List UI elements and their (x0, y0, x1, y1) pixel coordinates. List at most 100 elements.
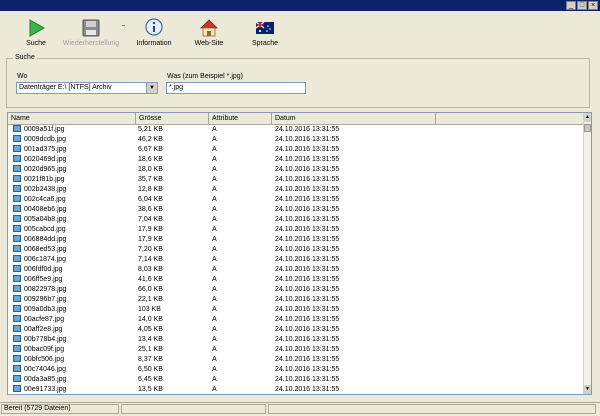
image-file-icon (13, 205, 21, 212)
table-row[interactable]: 00da3a85.jpg 6,45 KB A 24.10.2016 13:31:55 (8, 375, 585, 385)
image-file-icon (13, 165, 21, 172)
column-header-date[interactable]: Datum (272, 113, 436, 124)
cell-size: 6,04 KB (138, 196, 163, 203)
language-button[interactable]: Sprache (235, 18, 295, 47)
table-row[interactable]: 00bfc506.jpg 8,37 KB A 24.10.2016 13:31:55 (8, 355, 585, 365)
table-row[interactable]: 009296b7.jpg 22,1 KB A 24.10.2016 13:31:55 (8, 295, 585, 305)
cell-name: 0009dcdb.jpg (24, 136, 67, 143)
file-rows: 0009a51f.jpg 5,21 KB A 24.10.2016 13:31:55 0… (8, 125, 585, 394)
cell-date: 24.10.2016 13:31:55 (275, 216, 340, 223)
cell-name: 00bfc506.jpg (24, 356, 65, 363)
image-file-icon (13, 325, 21, 332)
cell-size: 35,7 KB (138, 176, 163, 183)
table-row[interactable]: 00aff2e8.jpg 4,05 KB A 24.10.2016 13:31:55 (8, 325, 585, 335)
cell-attributes: A (212, 196, 217, 203)
table-row[interactable]: 005a04b8.jpg 7,04 KB A 24.10.2016 13:31:55 (8, 215, 585, 225)
cell-size: 18,6 KB (138, 156, 163, 163)
table-row[interactable]: 006ff5e9.jpg 41,6 KB A 24.10.2016 13:31:55 (8, 275, 585, 285)
cell-size: 8,37 KB (138, 356, 163, 363)
cell-attributes: A (212, 386, 217, 393)
cell-name: 00aff2e8.jpg (24, 326, 63, 333)
table-row[interactable]: 006884dd.jpg 17,9 KB A 24.10.2016 13:31:55 (8, 235, 585, 245)
table-row[interactable]: 0009dcdb.jpg 46,2 KB A 24.10.2016 13:31:55 (8, 135, 585, 145)
cell-date: 24.10.2016 13:31:55 (275, 136, 340, 143)
table-row[interactable]: 00b778b4.jpg 13,4 KB A 24.10.2016 13:31:55 (8, 335, 585, 345)
pattern-input-value: *.jpg (169, 84, 184, 91)
scroll-up-button[interactable]: ▲ (584, 113, 591, 122)
cell-attributes: A (212, 306, 217, 313)
cell-date: 24.10.2016 13:31:55 (275, 176, 340, 183)
image-file-icon (13, 265, 21, 272)
pattern-input[interactable]: *.jpg (166, 82, 306, 94)
column-header-name[interactable]: Name (8, 113, 136, 124)
cell-attributes: A (212, 266, 217, 273)
vertical-scrollbar[interactable]: ▲ ▼ (583, 113, 591, 394)
column-header-attributes[interactable]: Attribute (209, 113, 272, 124)
image-file-icon (13, 175, 21, 182)
restore-button[interactable]: Wiederherstellung (61, 18, 121, 47)
toolbar: Suche Wiederherstellung Information Web-… (0, 11, 600, 55)
table-row[interactable]: 002b2438.jpg 12,8 KB A 24.10.2016 13:31:55 (8, 185, 585, 195)
table-row[interactable]: 00bac09f.jpg 25,1 KB A 24.10.2016 13:31:55 (8, 345, 585, 355)
cell-size: 17,9 KB (138, 236, 163, 243)
cell-name: 002b2438.jpg (24, 186, 67, 193)
table-row[interactable]: 006fdf0d.jpg 8,03 KB A 24.10.2016 13:31:55 (8, 265, 585, 275)
table-row[interactable]: 009a0db3.jpg 103 KB A 24.10.2016 13:31:55 (8, 305, 585, 315)
info-button[interactable]: Information (124, 18, 184, 47)
cell-size: 6,67 KB (138, 146, 163, 153)
cell-name: 0021f81b.jpg (24, 176, 65, 183)
website-button[interactable]: Web-Site (179, 18, 239, 47)
table-row[interactable]: 005cabcd.jpg 17,9 KB A 24.10.2016 13:31:55 (8, 225, 585, 235)
table-row[interactable]: 00e91733.jpg 13,5 KB A 24.10.2016 13:31:55 (8, 385, 585, 394)
cell-name: 006fdf0d.jpg (24, 266, 63, 273)
cell-attributes: A (212, 126, 217, 133)
cell-date: 24.10.2016 13:31:55 (275, 366, 340, 373)
scroll-thumb[interactable] (584, 124, 591, 132)
cell-attributes: A (212, 256, 217, 263)
cell-attributes: A (212, 346, 217, 353)
table-row[interactable]: 0009a51f.jpg 5,21 KB A 24.10.2016 13:31:55 (8, 125, 585, 135)
cell-attributes: A (212, 176, 217, 183)
cell-attributes: A (212, 366, 217, 373)
scroll-down-button[interactable]: ▼ (584, 385, 591, 394)
table-row[interactable]: 002c4ca6.jpg 6,04 KB A 24.10.2016 13:31:55 (8, 195, 585, 205)
image-file-icon (13, 385, 21, 392)
table-row[interactable]: 00c74046.jpg 6,50 KB A 24.10.2016 13:31:55 (8, 365, 585, 375)
cell-size: 38,6 KB (138, 206, 163, 213)
image-file-icon (13, 215, 21, 222)
cell-attributes: A (212, 166, 217, 173)
cell-name: 009a0db3.jpg (24, 306, 67, 313)
table-row[interactable]: 0020469d.jpg 18,6 KB A 24.10.2016 13:31:55 (8, 155, 585, 165)
play-icon (29, 19, 46, 37)
restore-button-label: Wiederherstellung (62, 40, 120, 47)
cell-date: 24.10.2016 13:31:55 (275, 246, 340, 253)
table-row[interactable]: 00acfe87.jpg 14,0 KB A 24.10.2016 13:31:55 (8, 315, 585, 325)
drive-select[interactable]: Datenträger E:\ [NTFS] Archiv ▼ (16, 82, 158, 94)
cell-date: 24.10.2016 13:31:55 (275, 356, 340, 363)
table-row[interactable]: 0021f81b.jpg 35,7 KB A 24.10.2016 13:31:55 (8, 175, 585, 185)
table-row[interactable]: 006c1874.jpg 7,14 KB A 24.10.2016 13:31:55 (8, 255, 585, 265)
search-button[interactable]: Suche (6, 18, 66, 47)
column-header-size[interactable]: Grösse (136, 113, 209, 124)
window-controls: _ □ × (566, 1, 598, 10)
cell-size: 103 KB (138, 306, 161, 313)
maximize-button[interactable]: □ (577, 1, 587, 10)
cell-date: 24.10.2016 13:31:55 (275, 336, 340, 343)
cell-name: 00bac09f.jpg (24, 346, 65, 353)
image-file-icon (13, 305, 21, 312)
close-button[interactable]: × (588, 1, 598, 10)
table-row[interactable]: 00822978.jpg 66,0 KB A 24.10.2016 13:31:55 (8, 285, 585, 295)
table-row[interactable]: 0020d965.jpg 18,0 KB A 24.10.2016 13:31:55 (8, 165, 585, 175)
table-row[interactable]: 00408eb6.jpg 38,6 KB A 24.10.2016 13:31:55 (8, 205, 585, 215)
cell-size: 13,5 KB (138, 386, 163, 393)
minimize-button[interactable]: _ (566, 1, 576, 10)
image-file-icon (13, 285, 21, 292)
chevron-down-icon[interactable]: ▼ (146, 83, 157, 93)
cell-size: 4,05 KB (138, 326, 163, 333)
cell-size: 8,03 KB (138, 266, 163, 273)
australia-flag-icon (255, 21, 274, 34)
search-button-label: Suche (26, 40, 46, 47)
cell-date: 24.10.2016 13:31:55 (275, 146, 340, 153)
table-row[interactable]: 001ad375.jpg 6,67 KB A 24.10.2016 13:31:55 (8, 145, 585, 155)
table-row[interactable]: 0068ed53.jpg 7,20 KB A 24.10.2016 13:31:55 (8, 245, 585, 255)
